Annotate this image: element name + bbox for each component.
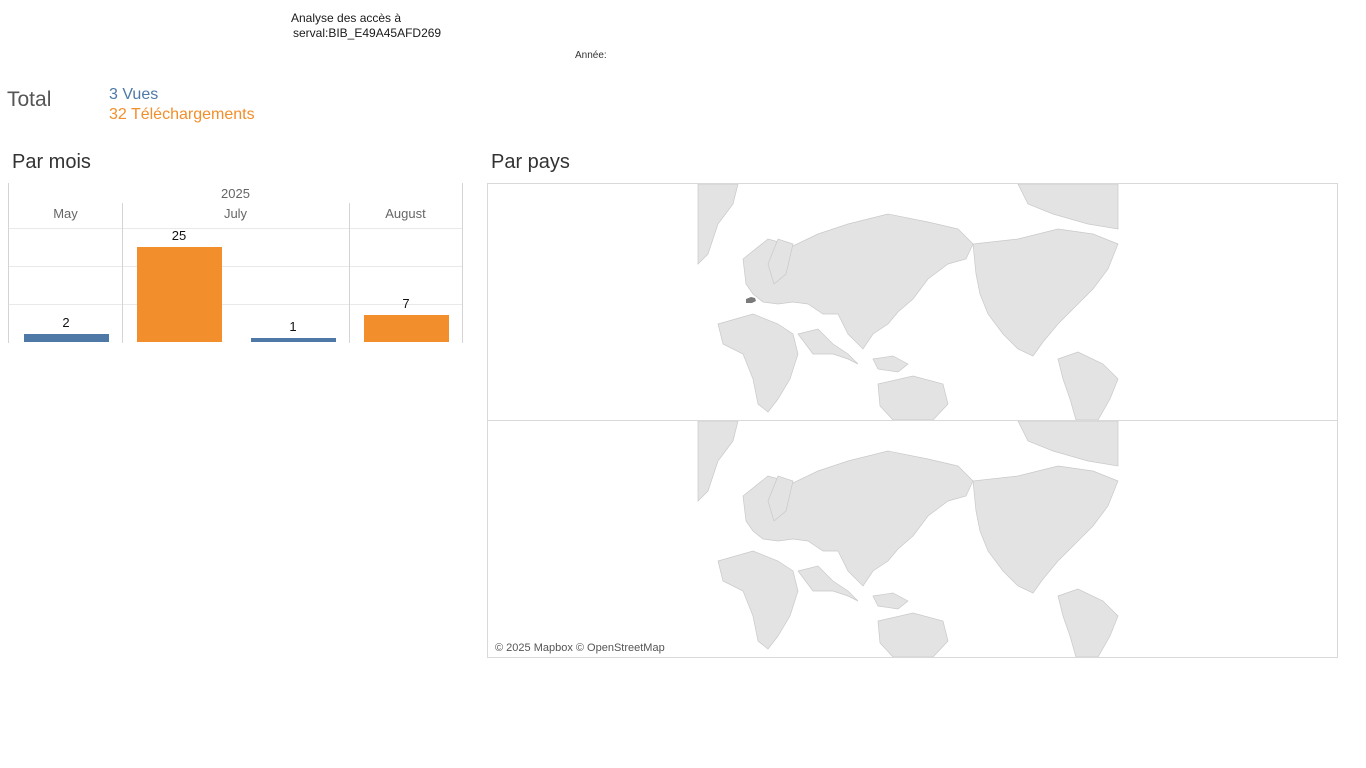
gridline bbox=[9, 228, 462, 229]
landmass-shape bbox=[717, 550, 799, 650]
month-header-july: July bbox=[223, 206, 248, 221]
bar-value-label: 1 bbox=[289, 319, 297, 334]
gridline bbox=[9, 266, 462, 267]
map-downloads[interactable] bbox=[488, 421, 1337, 657]
world-map-views bbox=[697, 184, 1119, 420]
landmass-shape bbox=[872, 592, 909, 610]
total-downloads: 32 Téléchargements bbox=[109, 106, 255, 123]
landmass-shape bbox=[877, 375, 949, 420]
bar-téléchargements-august[interactable] bbox=[363, 315, 449, 342]
landmass-shape bbox=[697, 421, 739, 502]
country-map-panel[interactable]: © 2025 Mapbox © OpenStreetMap bbox=[487, 183, 1338, 658]
bar-vues-july[interactable] bbox=[250, 338, 336, 342]
landmass-shape bbox=[972, 228, 1119, 357]
pane-separator bbox=[122, 224, 123, 343]
landmass-shape bbox=[972, 465, 1119, 594]
landmass-shape bbox=[877, 612, 949, 657]
pane-separator bbox=[349, 224, 350, 343]
section-title-par-mois: Par mois bbox=[12, 151, 91, 173]
month-header-may: May bbox=[53, 206, 78, 221]
landmass-shape bbox=[717, 313, 799, 413]
report-title-line1: Analyse des accès à bbox=[291, 11, 402, 25]
year-header: 2025 bbox=[221, 186, 250, 201]
monthly-bar-chart[interactable]: 2025 May July August 2 1 25 7 bbox=[8, 183, 463, 343]
highlighted-country bbox=[746, 297, 756, 303]
report-title-line2: serval:BIB_E49A45AFD269 bbox=[293, 26, 442, 40]
year-filter-label[interactable]: Année: bbox=[575, 50, 607, 61]
total-views: 3 Vues bbox=[109, 86, 159, 103]
landmass-shape bbox=[1057, 588, 1119, 657]
bar-téléchargements-july[interactable] bbox=[136, 247, 222, 342]
section-title-par-pays: Par pays bbox=[491, 151, 570, 173]
landmass-shape bbox=[1057, 351, 1119, 420]
total-label: Total bbox=[7, 88, 52, 111]
month-header-august: August bbox=[385, 206, 426, 221]
landmass-shape bbox=[872, 355, 909, 373]
bar-value-label: 25 bbox=[171, 228, 187, 243]
landmass-shape bbox=[697, 184, 739, 265]
landmass-shape bbox=[1017, 184, 1119, 230]
bar-value-label: 2 bbox=[62, 315, 70, 330]
map-attribution[interactable]: © 2025 Mapbox © OpenStreetMap bbox=[495, 642, 665, 654]
bar-value-label: 7 bbox=[402, 296, 410, 311]
landmass-shape bbox=[1017, 421, 1119, 467]
map-views[interactable] bbox=[488, 184, 1337, 420]
bar-vues-may[interactable] bbox=[23, 334, 109, 342]
world-map-downloads bbox=[697, 421, 1119, 657]
